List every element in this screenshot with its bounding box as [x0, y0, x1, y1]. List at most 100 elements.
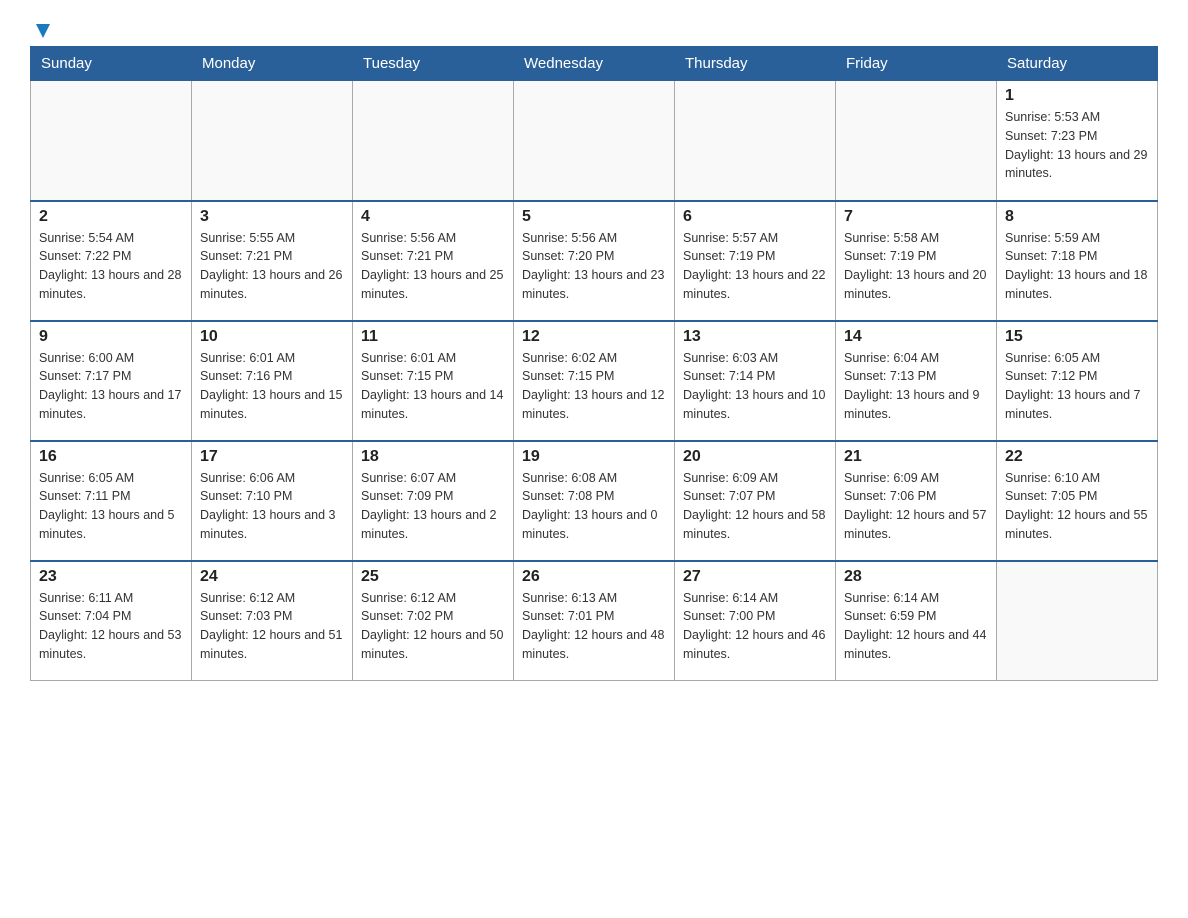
day-info: Sunrise: 6:12 AMSunset: 7:03 PMDaylight:…: [200, 589, 344, 664]
calendar-week-row: 16 Sunrise: 6:05 AMSunset: 7:11 PMDayligh…: [31, 441, 1158, 561]
day-number: 28: [844, 568, 988, 586]
day-number: 23: [39, 568, 183, 586]
day-of-week-header: Wednesday: [514, 47, 675, 81]
day-info: Sunrise: 6:05 AMSunset: 7:11 PMDaylight:…: [39, 469, 183, 544]
day-info: Sunrise: 5:57 AMSunset: 7:19 PMDaylight:…: [683, 229, 827, 304]
day-number: 5: [522, 208, 666, 226]
day-number: 7: [844, 208, 988, 226]
calendar-day-cell: [675, 81, 836, 201]
calendar-day-cell: 17 Sunrise: 6:06 AMSunset: 7:10 PMDayligh…: [192, 441, 353, 561]
day-info: Sunrise: 6:08 AMSunset: 7:08 PMDaylight:…: [522, 469, 666, 544]
calendar-day-cell: 24 Sunrise: 6:12 AMSunset: 7:03 PMDayligh…: [192, 561, 353, 681]
calendar-day-cell: 8 Sunrise: 5:59 AMSunset: 7:18 PMDaylight…: [997, 201, 1158, 321]
day-info: Sunrise: 6:12 AMSunset: 7:02 PMDaylight:…: [361, 589, 505, 664]
calendar-day-cell: 13 Sunrise: 6:03 AMSunset: 7:14 PMDayligh…: [675, 321, 836, 441]
day-info: Sunrise: 6:09 AMSunset: 7:06 PMDaylight:…: [844, 469, 988, 544]
calendar-day-cell: 7 Sunrise: 5:58 AMSunset: 7:19 PMDaylight…: [836, 201, 997, 321]
calendar-day-cell: 25 Sunrise: 6:12 AMSunset: 7:02 PMDayligh…: [353, 561, 514, 681]
day-info: Sunrise: 6:01 AMSunset: 7:16 PMDaylight:…: [200, 349, 344, 424]
day-info: Sunrise: 6:13 AMSunset: 7:01 PMDaylight:…: [522, 589, 666, 664]
day-number: 24: [200, 568, 344, 586]
calendar-day-cell: [31, 81, 192, 201]
day-info: Sunrise: 6:03 AMSunset: 7:14 PMDaylight:…: [683, 349, 827, 424]
day-number: 14: [844, 328, 988, 346]
day-info: Sunrise: 6:09 AMSunset: 7:07 PMDaylight:…: [683, 469, 827, 544]
day-info: Sunrise: 5:54 AMSunset: 7:22 PMDaylight:…: [39, 229, 183, 304]
day-number: 8: [1005, 208, 1149, 226]
calendar-day-cell: [192, 81, 353, 201]
day-number: 15: [1005, 328, 1149, 346]
day-number: 3: [200, 208, 344, 226]
calendar-day-cell: 27 Sunrise: 6:14 AMSunset: 7:00 PMDayligh…: [675, 561, 836, 681]
calendar-day-cell: 18 Sunrise: 6:07 AMSunset: 7:09 PMDayligh…: [353, 441, 514, 561]
calendar-day-cell: [836, 81, 997, 201]
calendar-day-cell: 12 Sunrise: 6:02 AMSunset: 7:15 PMDayligh…: [514, 321, 675, 441]
calendar-day-cell: 14 Sunrise: 6:04 AMSunset: 7:13 PMDayligh…: [836, 321, 997, 441]
day-number: 17: [200, 448, 344, 466]
calendar-day-cell: 11 Sunrise: 6:01 AMSunset: 7:15 PMDayligh…: [353, 321, 514, 441]
day-number: 20: [683, 448, 827, 466]
day-info: Sunrise: 6:05 AMSunset: 7:12 PMDaylight:…: [1005, 349, 1149, 424]
logo-triangle-icon: [32, 20, 54, 42]
day-number: 16: [39, 448, 183, 466]
day-info: Sunrise: 6:10 AMSunset: 7:05 PMDaylight:…: [1005, 469, 1149, 544]
calendar-day-cell: 1 Sunrise: 5:53 AMSunset: 7:23 PMDaylight…: [997, 81, 1158, 201]
day-number: 26: [522, 568, 666, 586]
calendar-day-cell: 23 Sunrise: 6:11 AMSunset: 7:04 PMDayligh…: [31, 561, 192, 681]
day-of-week-header: Saturday: [997, 47, 1158, 81]
day-of-week-header: Thursday: [675, 47, 836, 81]
calendar-day-cell: 3 Sunrise: 5:55 AMSunset: 7:21 PMDaylight…: [192, 201, 353, 321]
calendar-day-cell: [997, 561, 1158, 681]
day-info: Sunrise: 6:04 AMSunset: 7:13 PMDaylight:…: [844, 349, 988, 424]
calendar-day-cell: 22 Sunrise: 6:10 AMSunset: 7:05 PMDayligh…: [997, 441, 1158, 561]
calendar-day-cell: 28 Sunrise: 6:14 AMSunset: 6:59 PMDayligh…: [836, 561, 997, 681]
calendar-week-row: 2 Sunrise: 5:54 AMSunset: 7:22 PMDaylight…: [31, 201, 1158, 321]
calendar-week-row: 23 Sunrise: 6:11 AMSunset: 7:04 PMDayligh…: [31, 561, 1158, 681]
calendar-day-cell: [514, 81, 675, 201]
day-of-week-header: Sunday: [31, 47, 192, 81]
day-info: Sunrise: 6:06 AMSunset: 7:10 PMDaylight:…: [200, 469, 344, 544]
day-number: 25: [361, 568, 505, 586]
calendar-day-cell: 16 Sunrise: 6:05 AMSunset: 7:11 PMDayligh…: [31, 441, 192, 561]
calendar-day-cell: 19 Sunrise: 6:08 AMSunset: 7:08 PMDayligh…: [514, 441, 675, 561]
day-info: Sunrise: 6:07 AMSunset: 7:09 PMDaylight:…: [361, 469, 505, 544]
day-number: 2: [39, 208, 183, 226]
calendar-day-cell: 26 Sunrise: 6:13 AMSunset: 7:01 PMDayligh…: [514, 561, 675, 681]
day-number: 12: [522, 328, 666, 346]
calendar-day-cell: 9 Sunrise: 6:00 AMSunset: 7:17 PMDaylight…: [31, 321, 192, 441]
day-number: 4: [361, 208, 505, 226]
day-of-week-header: Monday: [192, 47, 353, 81]
calendar-header-row: SundayMondayTuesdayWednesdayThursdayFrid…: [31, 47, 1158, 81]
calendar-day-cell: 2 Sunrise: 5:54 AMSunset: 7:22 PMDaylight…: [31, 201, 192, 321]
day-info: Sunrise: 6:14 AMSunset: 7:00 PMDaylight:…: [683, 589, 827, 664]
day-of-week-header: Friday: [836, 47, 997, 81]
day-info: Sunrise: 5:56 AMSunset: 7:20 PMDaylight:…: [522, 229, 666, 304]
calendar-day-cell: [353, 81, 514, 201]
day-number: 22: [1005, 448, 1149, 466]
logo: [30, 20, 54, 36]
day-info: Sunrise: 5:58 AMSunset: 7:19 PMDaylight:…: [844, 229, 988, 304]
day-number: 10: [200, 328, 344, 346]
day-number: 19: [522, 448, 666, 466]
calendar-table: SundayMondayTuesdayWednesdayThursdayFrid…: [30, 46, 1158, 681]
day-info: Sunrise: 6:11 AMSunset: 7:04 PMDaylight:…: [39, 589, 183, 664]
day-number: 21: [844, 448, 988, 466]
day-info: Sunrise: 5:53 AMSunset: 7:23 PMDaylight:…: [1005, 108, 1149, 183]
day-number: 1: [1005, 87, 1149, 105]
day-number: 9: [39, 328, 183, 346]
day-number: 11: [361, 328, 505, 346]
calendar-week-row: 1 Sunrise: 5:53 AMSunset: 7:23 PMDaylight…: [31, 81, 1158, 201]
day-info: Sunrise: 5:55 AMSunset: 7:21 PMDaylight:…: [200, 229, 344, 304]
day-info: Sunrise: 6:00 AMSunset: 7:17 PMDaylight:…: [39, 349, 183, 424]
day-info: Sunrise: 6:14 AMSunset: 6:59 PMDaylight:…: [844, 589, 988, 664]
day-info: Sunrise: 5:59 AMSunset: 7:18 PMDaylight:…: [1005, 229, 1149, 304]
calendar-week-row: 9 Sunrise: 6:00 AMSunset: 7:17 PMDaylight…: [31, 321, 1158, 441]
day-number: 18: [361, 448, 505, 466]
day-number: 6: [683, 208, 827, 226]
calendar-day-cell: 4Sunrise: 5:56 AMSunset: 7:21 PMDaylight…: [353, 201, 514, 321]
day-number: 27: [683, 568, 827, 586]
day-number: 13: [683, 328, 827, 346]
day-info: Sunrise: 6:02 AMSunset: 7:15 PMDaylight:…: [522, 349, 666, 424]
calendar-day-cell: 5 Sunrise: 5:56 AMSunset: 7:20 PMDaylight…: [514, 201, 675, 321]
day-info: Sunrise: 6:01 AMSunset: 7:15 PMDaylight:…: [361, 349, 505, 424]
